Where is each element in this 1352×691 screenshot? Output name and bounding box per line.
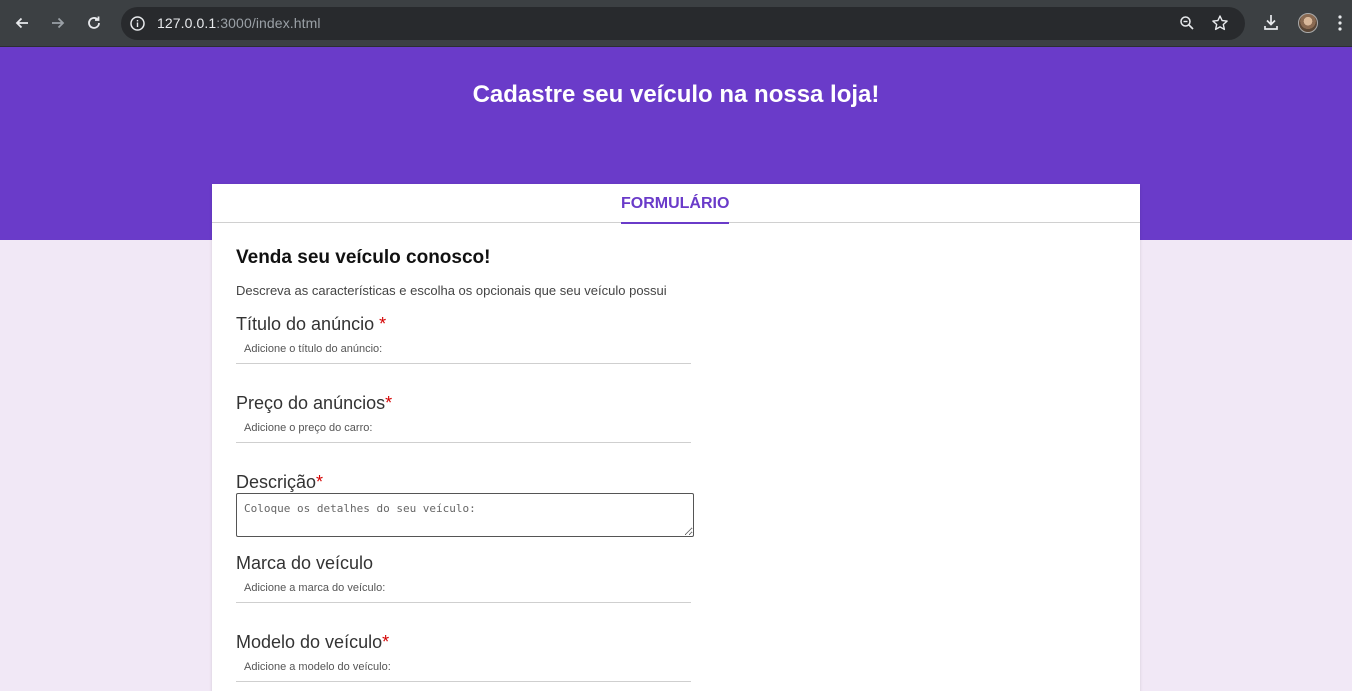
browser-toolbar: 127.0.0.1:3000/index.html	[0, 0, 1352, 47]
url-path: :3000/index.html	[216, 15, 321, 31]
description-label-text: Descrição	[236, 472, 317, 492]
price-field-label: Preço do anúncios*	[236, 393, 392, 414]
profile-avatar[interactable]	[1298, 13, 1318, 33]
brand-input[interactable]	[236, 573, 691, 603]
reload-icon[interactable]	[82, 11, 106, 35]
url-text[interactable]: 127.0.0.1:3000/index.html	[157, 15, 321, 31]
form-description: Descreva as características e escolha os…	[236, 283, 667, 298]
form-card: FORMULÁRIO Venda seu veículo conosco! De…	[212, 184, 1140, 691]
required-mark: *	[382, 632, 390, 652]
description-field-label: Descrição*	[236, 472, 323, 493]
bookmark-star-icon[interactable]	[1211, 14, 1229, 32]
required-mark: *	[316, 472, 324, 492]
form-title: Venda seu veículo conosco!	[236, 247, 491, 268]
title-field-label: Título do anúncio *	[236, 314, 386, 335]
required-mark: *	[385, 393, 393, 413]
download-icon[interactable]	[1262, 13, 1280, 31]
tab-formulario[interactable]: FORMULÁRIO	[621, 195, 730, 224]
address-bar[interactable]: 127.0.0.1:3000/index.html	[121, 7, 1245, 40]
title-label-text: Título do anúncio	[236, 314, 380, 334]
brand-label-text: Marca do veículo	[236, 553, 374, 573]
tab-bar: FORMULÁRIO	[212, 184, 1140, 224]
zoom-icon[interactable]	[1179, 15, 1195, 31]
site-info-icon[interactable]	[129, 15, 146, 32]
back-arrow-icon[interactable]	[10, 11, 34, 35]
brand-field-label: Marca do veículo	[236, 553, 373, 574]
url-host: 127.0.0.1	[157, 15, 217, 31]
description-textarea[interactable]	[236, 493, 694, 537]
model-input[interactable]	[236, 652, 691, 682]
model-label-text: Modelo do veículo	[236, 632, 383, 652]
price-label-text: Preço do anúncios	[236, 393, 386, 413]
kebab-menu-icon[interactable]	[1338, 15, 1342, 31]
required-mark: *	[379, 314, 387, 334]
price-input[interactable]	[236, 413, 691, 443]
model-field-label: Modelo do veículo*	[236, 632, 389, 653]
forward-arrow-icon[interactable]	[46, 11, 70, 35]
title-input[interactable]	[236, 334, 691, 364]
page-title: Cadastre seu veículo na nossa loja!	[472, 81, 880, 108]
